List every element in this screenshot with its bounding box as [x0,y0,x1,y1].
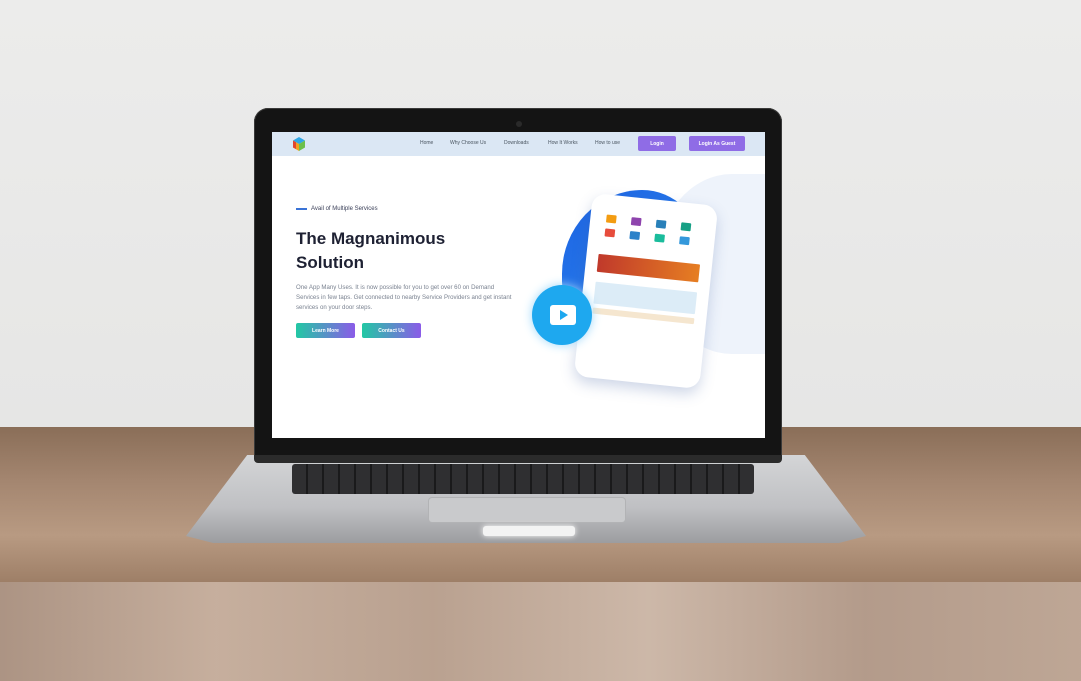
hero-description: One App Many Uses. It is now possible fo… [296,284,512,311]
nav-link-home[interactable]: Home [420,140,433,146]
cube-logo-icon[interactable] [292,137,306,151]
laptop-trackpad [429,498,625,522]
laptop-screen: Home Why Choose Us Downloads How It Work… [272,132,765,438]
learn-more-button[interactable]: Learn More [296,323,355,338]
play-icon[interactable] [550,305,576,325]
phone-tile [629,231,641,241]
desk-front-blur [0,582,1081,681]
nav-link-downloads[interactable]: Downloads [504,140,529,146]
phone-tile [655,219,667,229]
phone-tile [680,222,692,232]
phone-screen [583,204,710,379]
hero-headline: The Magnanimous Solution [296,229,446,272]
login-button[interactable]: Login [638,136,676,151]
webcam [516,121,522,127]
contact-us-button[interactable]: Contact Us [362,323,421,338]
nav-link-how-to-use[interactable]: How to use [595,140,620,146]
nav-link-why-choose-us[interactable]: Why Choose Us [450,140,486,146]
eyebrow-text: Avail of Multiple Services [311,206,378,212]
laptop-front-notch [483,526,575,536]
nav-link-how-it-works[interactable]: How It Works [548,140,578,146]
eyebrow-line [296,208,307,210]
laptop-hinge [254,455,782,463]
phone-offers-card [596,253,701,283]
phone-tile [679,236,690,246]
phone-tile [604,228,616,238]
phone-tile [630,217,642,227]
phone-service-grid [604,214,708,247]
phone-tile [605,214,617,224]
hero-eyebrow: Avail of Multiple Services [296,206,378,212]
login-as-guest-button[interactable]: Login As Guest [689,136,745,151]
phone-tile [654,233,665,243]
top-navbar: Home Why Choose Us Downloads How It Work… [272,132,765,156]
phone-mockup [573,192,719,390]
laptop-keyboard [292,464,754,494]
